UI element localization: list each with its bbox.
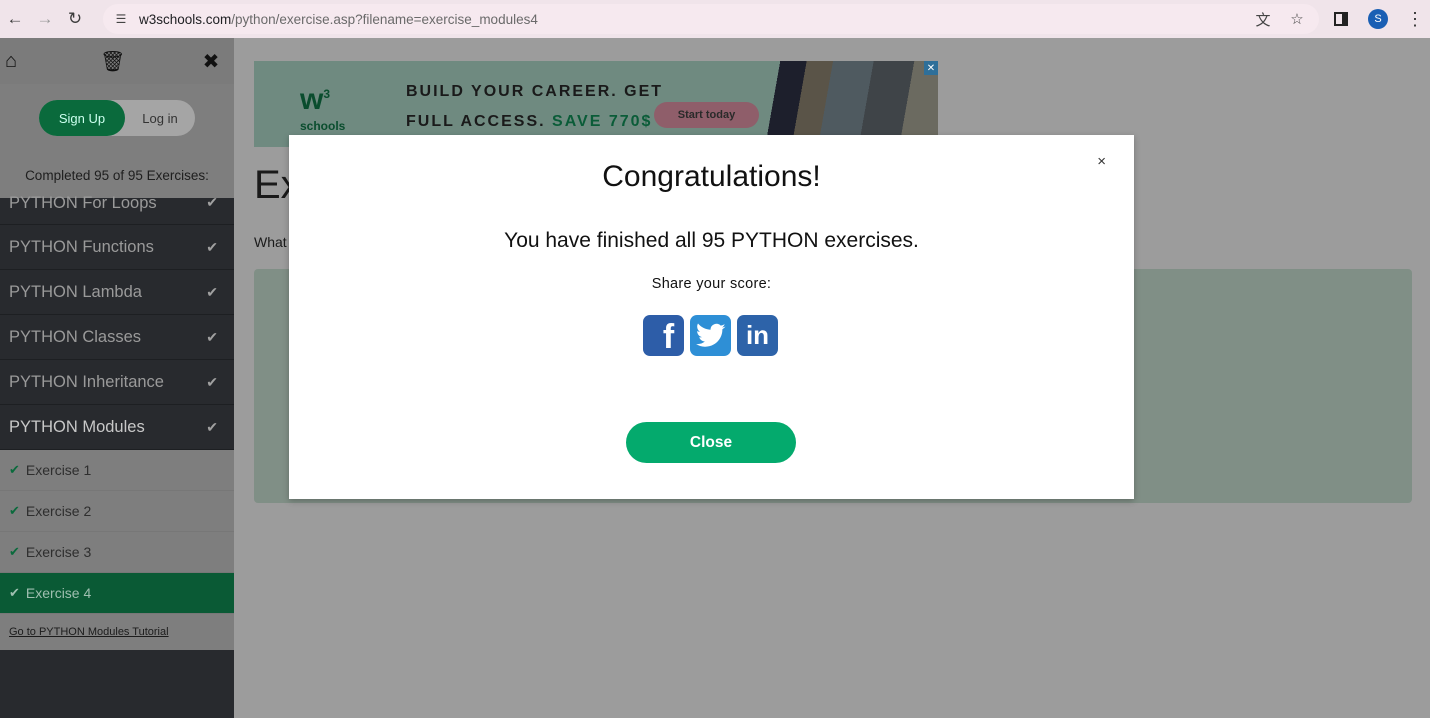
home-icon[interactable]: ⌂ (0, 50, 22, 73)
exercise-item-2[interactable]: ✔ Exercise 2 (0, 491, 234, 532)
sidebar-toolbar: ⌂ 🗑 ✖ (0, 38, 234, 84)
profile-avatar[interactable]: S (1368, 9, 1388, 29)
auth-area: Sign Up Log in (0, 84, 234, 152)
close-button[interactable]: Close (626, 422, 796, 463)
topic-label: PYTHON Lambda (9, 282, 142, 301)
check-icon: ✔ (206, 418, 218, 435)
linkedin-icon[interactable]: in (737, 315, 778, 356)
login-button[interactable]: Log in (125, 111, 195, 126)
check-icon: ✔ (206, 328, 218, 345)
browser-toolbar: ← → ↻ ☰ w3schools.com/python/exercise.as… (0, 0, 1430, 38)
ad-save-text: SAVE 770$ (552, 113, 653, 130)
check-icon: ✔ (206, 283, 218, 300)
ad-headline-line2: FULL ACCESS. SAVE 770$ (406, 107, 663, 137)
side-panel-icon[interactable] (1334, 12, 1348, 26)
modal-message: You have finished all 95 PYTHON exercise… (504, 229, 919, 252)
check-icon: ✔ (206, 194, 218, 210)
sidebar-topic-for-loops[interactable]: PYTHON For Loops ✔ (0, 192, 234, 225)
ad-headline-line1: BUILD YOUR CAREER. GET (406, 83, 664, 100)
topic-label: PYTHON Classes (9, 327, 142, 346)
twitter-icon[interactable] (690, 315, 731, 356)
check-icon: ✔ (9, 503, 20, 518)
trash-icon[interactable]: 🗑 (100, 49, 125, 74)
address-bar[interactable]: ☰ w3schools.com/python/exercise.asp?file… (103, 4, 1319, 34)
w3schools-logo: w3 schools (300, 79, 358, 134)
url-text[interactable]: w3schools.com/python/exercise.asp?filena… (139, 12, 538, 27)
close-icon[interactable]: ✖ (200, 49, 222, 74)
url-path: /python/exercise.asp?filename=exercise_m… (231, 11, 538, 27)
translate-icon[interactable]: 文 (1253, 9, 1273, 29)
exercise-item-3[interactable]: ✔ Exercise 3 (0, 532, 234, 573)
check-icon: ✔ (9, 544, 20, 559)
exercise-sidebar: ⌂ 🗑 ✖ Sign Up Log in Completed 95 of 95 … (0, 38, 234, 718)
share-buttons: f in (643, 315, 778, 356)
check-icon: ✔ (9, 462, 20, 477)
sidebar-topic-inheritance[interactable]: PYTHON Inheritance ✔ (0, 360, 234, 405)
sidebar-topic-classes[interactable]: PYTHON Classes ✔ (0, 315, 234, 360)
exercise-item-1[interactable]: ✔ Exercise 1 (0, 450, 234, 491)
tutorial-link[interactable]: Go to PYTHON Modules Tutorial (0, 614, 234, 650)
exercise-question: What (254, 234, 287, 250)
forward-arrow-icon[interactable]: → (30, 4, 60, 34)
modal-title: Congratulations! (602, 160, 821, 193)
check-icon: ✔ (206, 373, 218, 390)
ad-cta-button[interactable]: Start today (654, 102, 759, 128)
ad-close-icon[interactable]: ✕ (924, 61, 938, 75)
auth-toggle: Sign Up Log in (39, 100, 195, 136)
exercise-item-4[interactable]: ✔ Exercise 4 (0, 573, 234, 614)
exercise-label: Exercise 3 (25, 544, 92, 560)
site-settings-icon[interactable]: ☰ (113, 11, 129, 27)
url-domain: w3schools.com (139, 11, 232, 27)
topic-label: PYTHON Inheritance (9, 372, 164, 391)
topic-label: PYTHON Functions (9, 237, 154, 256)
logo-text: schools (300, 119, 346, 133)
exercise-label: Exercise 1 (25, 462, 92, 478)
twitter-bird-icon (695, 323, 725, 347)
exercise-label: Exercise 2 (25, 503, 92, 519)
bookmark-star-icon[interactable]: ☆ (1287, 9, 1307, 29)
check-icon: ✔ (206, 238, 218, 255)
sidebar-topic-modules[interactable]: PYTHON Modules ✔ (0, 405, 234, 450)
share-label: Share your score: (651, 276, 772, 292)
congratulations-modal: × Congratulations! You have finished all… (289, 135, 1134, 499)
signup-button[interactable]: Sign Up (39, 100, 125, 136)
more-menu-icon[interactable]: ⋮ (1406, 10, 1424, 28)
exercise-label: Exercise 4 (25, 585, 92, 601)
topic-label: PYTHON Modules (9, 417, 145, 436)
back-arrow-icon[interactable]: ← (0, 4, 30, 34)
sidebar-topic-lambda[interactable]: PYTHON Lambda ✔ (0, 270, 234, 315)
sidebar-topic-functions[interactable]: PYTHON Functions ✔ (0, 225, 234, 270)
reload-icon[interactable]: ↻ (60, 4, 90, 34)
topic-label: PYTHON For Loops (9, 194, 157, 212)
check-icon: ✔ (9, 585, 20, 600)
ad-headline: BUILD YOUR CAREER. GET FULL ACCESS. SAVE… (406, 77, 663, 137)
ad-headline-prefix: FULL ACCESS. (406, 113, 546, 130)
facebook-icon[interactable]: f (643, 315, 684, 356)
